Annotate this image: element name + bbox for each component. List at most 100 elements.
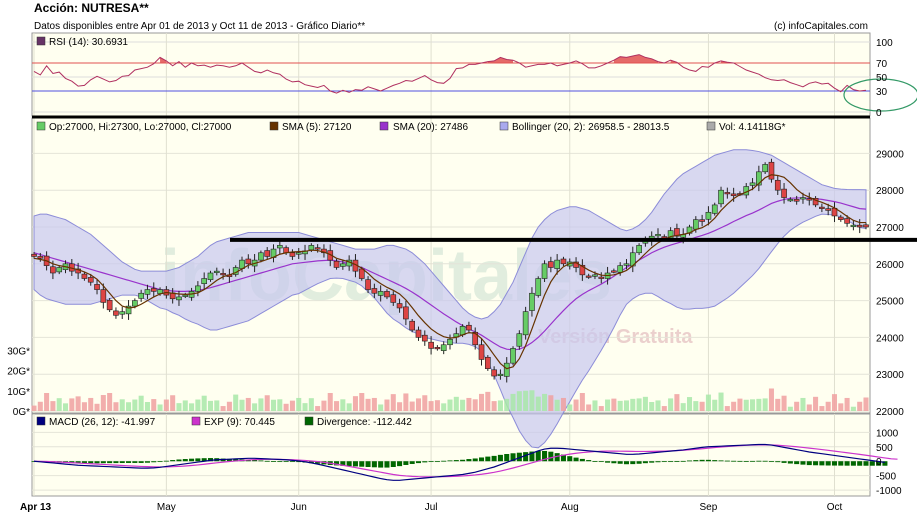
divergence-bar — [844, 461, 850, 466]
volume-bar — [239, 399, 245, 411]
volume-bar — [491, 401, 497, 411]
volume-bar — [743, 399, 749, 411]
candle-body — [100, 289, 107, 303]
volume-bar — [252, 403, 258, 411]
divergence-bar — [132, 461, 138, 463]
volume-bar — [655, 400, 661, 411]
volume-bar — [680, 403, 686, 411]
divergence-bar — [428, 461, 434, 463]
divergence-bar — [176, 459, 182, 462]
divergence-bar — [825, 461, 831, 466]
divergence-bar — [485, 456, 491, 462]
candle-body — [384, 291, 390, 298]
volume-bar — [220, 406, 226, 411]
volume-bar — [428, 401, 434, 411]
candle-body — [87, 277, 94, 283]
divergence-bar — [447, 460, 453, 462]
candle-body — [497, 373, 504, 377]
volume-bar — [384, 399, 390, 411]
volume-bar — [434, 400, 440, 411]
divergence-bar — [705, 459, 711, 462]
candle-body — [730, 193, 737, 197]
volume-bar — [737, 398, 743, 411]
volume-bar — [81, 402, 87, 411]
price-tick-label: 23000 — [876, 370, 904, 381]
volume-bar — [397, 402, 403, 411]
volume-bar — [756, 398, 762, 411]
candle-body — [844, 218, 850, 224]
divergence-legend-swatch — [304, 416, 314, 426]
candle-body — [787, 199, 794, 202]
volume-bar — [44, 393, 50, 411]
divergence-bar — [504, 454, 510, 462]
candle-body — [516, 333, 523, 347]
divergence-bar — [699, 459, 705, 462]
candle-body — [800, 197, 806, 200]
volume-bar — [138, 395, 144, 411]
candle-body — [711, 204, 718, 214]
divergence-bar — [390, 461, 396, 467]
candle-body — [365, 279, 371, 290]
x-tick-label: May — [157, 502, 176, 513]
volume-bar — [750, 399, 756, 411]
candle-body — [447, 338, 453, 346]
candle-body — [113, 310, 119, 316]
divergence-bar — [138, 461, 144, 463]
volume-bar — [296, 397, 302, 411]
divergence-bar — [838, 461, 844, 466]
volume-bar — [245, 397, 251, 411]
candle-body — [295, 252, 302, 255]
volume-bar — [113, 402, 119, 411]
volume-bar — [233, 394, 239, 411]
volume-bar — [813, 396, 819, 411]
volume-legend-text: Vol: 4.14118G* — [719, 122, 786, 133]
volume-legend-swatch — [706, 121, 716, 131]
volume-bar — [189, 403, 195, 411]
rsi-tick-label: 70 — [876, 59, 888, 70]
volume-bar — [69, 398, 75, 411]
candle-body — [692, 219, 699, 230]
divergence-bar — [731, 460, 737, 462]
divergence-bar — [819, 461, 825, 466]
candle-body — [837, 216, 844, 220]
candle-body — [94, 284, 100, 290]
macd-tick-label: 0 — [876, 457, 882, 468]
candle-body — [276, 245, 283, 249]
volume-bar — [731, 401, 737, 411]
volume-bar — [151, 399, 157, 411]
volume-bar — [315, 406, 321, 411]
volume-bar — [636, 398, 642, 411]
divergence-bar — [567, 456, 573, 462]
volume-bar — [132, 399, 138, 411]
volume-bar — [674, 394, 680, 411]
volume-bar — [642, 396, 648, 411]
divergence-bar — [586, 460, 592, 462]
candle-body — [466, 324, 472, 331]
divergence-bar — [397, 461, 403, 467]
volume-bar — [50, 401, 56, 411]
volume-bar — [170, 395, 176, 411]
volume-bar — [415, 398, 422, 411]
divergence-bar — [270, 461, 277, 462]
volume-bar — [787, 406, 793, 411]
volume-bar — [516, 391, 522, 411]
candle-body — [850, 224, 857, 227]
signal-legend-text: EXP (9): 70.445 — [204, 417, 275, 428]
volume-bar — [586, 404, 592, 411]
candle-body — [440, 344, 447, 351]
divergence-bar — [182, 459, 188, 462]
divergence-bar — [478, 457, 485, 462]
divergence-bar — [775, 461, 781, 463]
x-tick-label: Aug — [561, 502, 579, 513]
candle-body — [207, 272, 214, 280]
volume-bar — [724, 406, 730, 411]
volume-bar — [453, 396, 459, 411]
divergence-bar — [422, 461, 428, 463]
price-tick-label: 26000 — [876, 260, 904, 271]
rsi-legend: RSI (14): 30.6931 — [36, 36, 128, 48]
volume-bar — [573, 399, 579, 411]
divergence-bar — [674, 461, 680, 462]
volume-bar — [554, 399, 560, 411]
volume-bar — [283, 403, 289, 411]
macd-tick-label: 1000 — [876, 428, 899, 439]
